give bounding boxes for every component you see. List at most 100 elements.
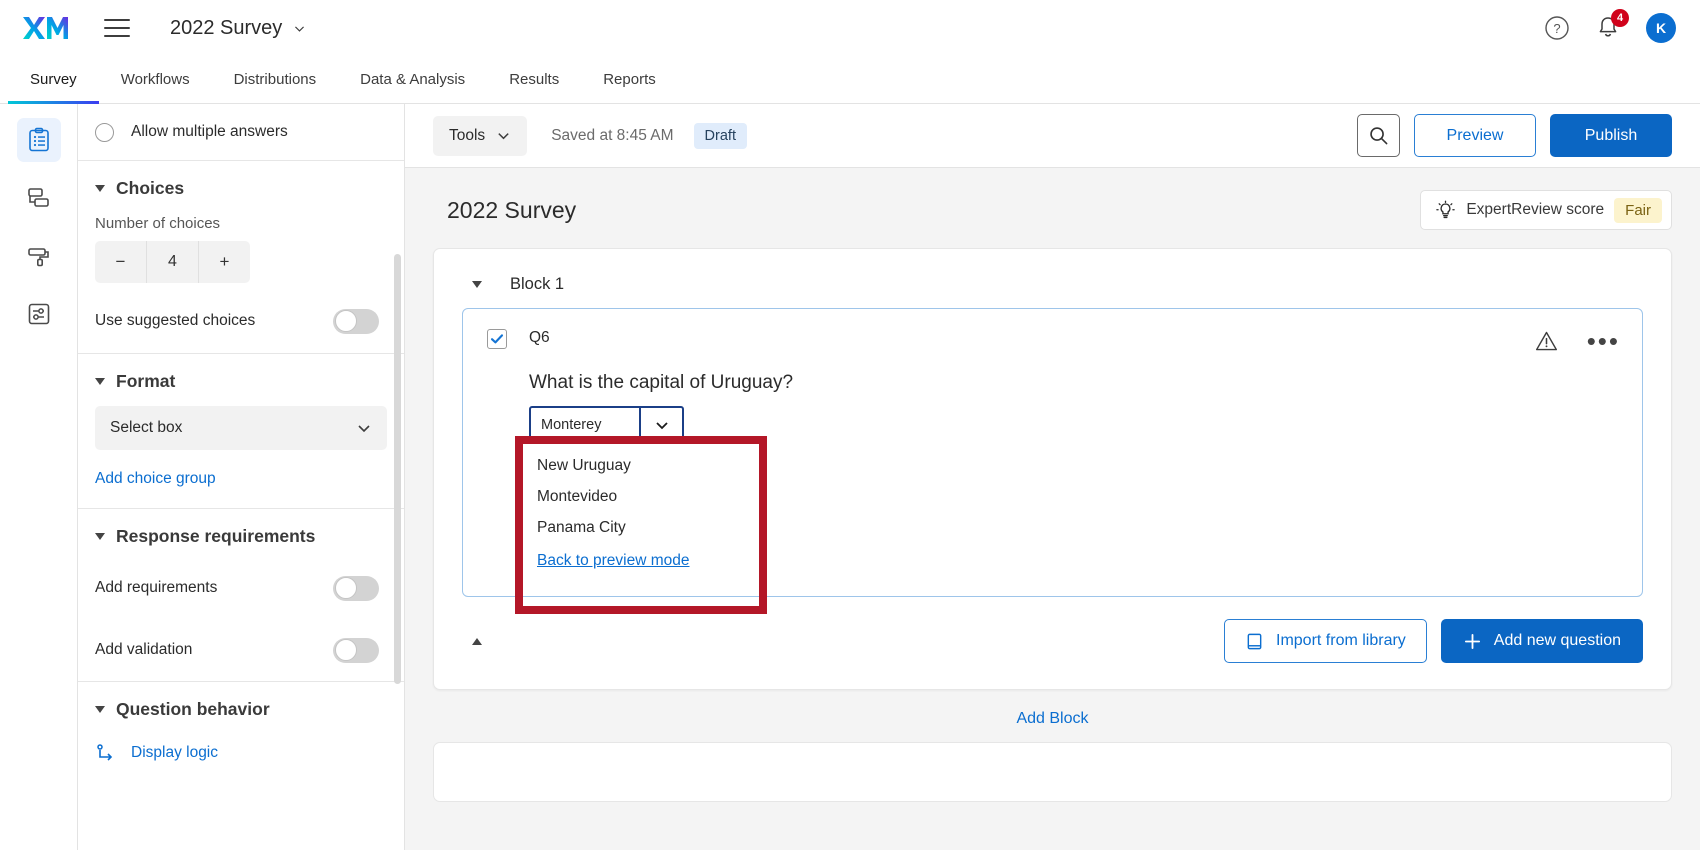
allow-multiple-answers-label: Allow multiple answers: [131, 123, 288, 141]
survey-builder-icon[interactable]: [17, 118, 61, 162]
lightbulb-icon: [1435, 200, 1456, 221]
tab-survey[interactable]: Survey: [8, 56, 99, 103]
survey-options-icon[interactable]: [17, 292, 61, 336]
section-response-requirements[interactable]: Response requirements: [78, 509, 404, 557]
preview-button[interactable]: Preview: [1414, 114, 1536, 157]
canvas-header: 2022 Survey ExpertReview score Fair: [433, 168, 1672, 248]
block-name[interactable]: Block 1: [510, 275, 564, 294]
main-nav-tabs: Survey Workflows Distributions Data & An…: [0, 56, 1700, 104]
tools-dropdown[interactable]: Tools: [433, 116, 527, 156]
tools-label: Tools: [449, 127, 485, 145]
caret-down-icon: [95, 185, 105, 192]
publish-label: Publish: [1585, 127, 1637, 145]
notification-badge: 4: [1611, 9, 1629, 27]
add-validation-label: Add validation: [95, 641, 192, 659]
display-logic-row[interactable]: Display logic: [78, 730, 404, 764]
look-and-feel-icon[interactable]: [17, 234, 61, 278]
question-header: Q6 •••: [487, 329, 1620, 354]
preview-label: Preview: [1447, 127, 1504, 145]
add-validation-toggle[interactable]: [333, 638, 379, 663]
section-title: Question behavior: [116, 699, 270, 720]
add-choice-group-link[interactable]: Add choice group: [95, 470, 216, 488]
avatar[interactable]: K: [1646, 13, 1676, 43]
block-header: Block 1: [462, 269, 1643, 308]
add-requirements-toggle[interactable]: [333, 576, 379, 601]
block-expand-caret-icon[interactable]: [472, 638, 482, 645]
section-question-behavior[interactable]: Question behavior: [78, 682, 404, 730]
survey-title-dropdown[interactable]: 2022 Survey: [170, 17, 306, 40]
section-choices[interactable]: Choices: [78, 161, 404, 209]
help-circle-icon[interactable]: ?: [1544, 15, 1570, 41]
add-requirements-label: Add requirements: [95, 579, 217, 597]
tab-reports[interactable]: Reports: [581, 56, 678, 103]
choices-count-value[interactable]: 4: [147, 241, 199, 283]
number-of-choices-label: Number of choices: [78, 209, 404, 241]
add-question-label: Add new question: [1494, 632, 1621, 650]
chevron-down-icon: [496, 128, 511, 143]
increment-button[interactable]: +: [199, 241, 250, 283]
back-to-preview-mode-link[interactable]: Back to preview mode: [529, 537, 690, 570]
search-icon[interactable]: [1357, 114, 1400, 157]
plus-icon: [1463, 632, 1482, 651]
section-format[interactable]: Format: [78, 354, 404, 402]
svg-text:?: ?: [1553, 21, 1560, 36]
tab-label: Workflows: [121, 71, 190, 88]
import-from-library-button[interactable]: Import from library: [1224, 619, 1427, 663]
block-collapse-caret-icon[interactable]: [472, 281, 482, 288]
expert-review-score-badge: Fair: [1614, 198, 1662, 223]
choice-option[interactable]: Panama City: [529, 506, 1620, 537]
import-label: Import from library: [1276, 632, 1406, 650]
answer-dropdown[interactable]: Monterey: [529, 406, 684, 444]
survey-flow-icon[interactable]: [17, 176, 61, 220]
topbar-actions: ? 4 K: [1544, 13, 1676, 43]
use-suggested-choices-toggle[interactable]: [333, 309, 379, 334]
use-suggested-choices-row: Use suggested choices: [78, 289, 404, 353]
decrement-button[interactable]: −: [95, 241, 147, 283]
survey-title-label: 2022 Survey: [170, 17, 282, 40]
chevron-down-icon: [356, 420, 372, 436]
ellipsis-icon[interactable]: •••: [1587, 334, 1620, 350]
section-title: Format: [116, 371, 175, 392]
tab-label: Data & Analysis: [360, 71, 465, 88]
top-bar: 2022 Survey ? 4 K: [0, 0, 1700, 56]
next-block-card[interactable]: [433, 742, 1672, 802]
tab-workflows[interactable]: Workflows: [99, 56, 212, 103]
tab-distributions[interactable]: Distributions: [212, 56, 339, 103]
add-block-link[interactable]: Add Block: [1016, 710, 1088, 727]
warning-triangle-icon[interactable]: [1534, 329, 1559, 354]
format-select-value: Select box: [110, 419, 182, 437]
display-logic-link[interactable]: Display logic: [131, 744, 218, 762]
expert-review-score[interactable]: ExpertReview score Fair: [1420, 190, 1672, 230]
hamburger-icon[interactable]: [104, 19, 130, 37]
bell-icon[interactable]: 4: [1596, 15, 1620, 41]
tab-label: Distributions: [234, 71, 317, 88]
chevron-down-icon[interactable]: [639, 408, 682, 442]
tab-label: Results: [509, 71, 559, 88]
add-new-question-button[interactable]: Add new question: [1441, 619, 1643, 663]
icon-rail: [0, 104, 78, 850]
publish-button[interactable]: Publish: [1550, 114, 1672, 157]
allow-multiple-answers-row[interactable]: Allow multiple answers: [78, 104, 404, 160]
allow-multiple-answers-radio[interactable]: [95, 123, 114, 142]
tab-data-analysis[interactable]: Data & Analysis: [338, 56, 487, 103]
question-settings-panel: Allow multiple answers Choices Number of…: [78, 104, 405, 850]
caret-down-icon: [95, 533, 105, 540]
choice-option[interactable]: Montevideo: [529, 475, 1620, 506]
choice-option[interactable]: New Uruguay: [529, 444, 1620, 475]
question-select-checkbox[interactable]: [487, 329, 507, 349]
format-select[interactable]: Select box: [95, 406, 387, 450]
tab-label: Reports: [603, 71, 656, 88]
chevron-down-icon: [293, 22, 306, 35]
question-card[interactable]: Q6 ••• What is the capital of Uruguay?: [462, 308, 1643, 597]
tab-results[interactable]: Results: [487, 56, 581, 103]
caret-down-icon: [95, 378, 105, 385]
question-text[interactable]: What is the capital of Uruguay?: [487, 354, 1620, 394]
caret-down-icon: [95, 706, 105, 713]
question-actions: •••: [1534, 329, 1620, 354]
body: Allow multiple answers Choices Number of…: [0, 104, 1700, 850]
left-panel-scrollbar[interactable]: [394, 254, 401, 684]
number-of-choices-stepper: − 4 +: [95, 241, 250, 283]
book-icon: [1245, 632, 1264, 651]
xm-logo[interactable]: [22, 14, 68, 42]
use-suggested-choices-label: Use suggested choices: [95, 312, 255, 330]
